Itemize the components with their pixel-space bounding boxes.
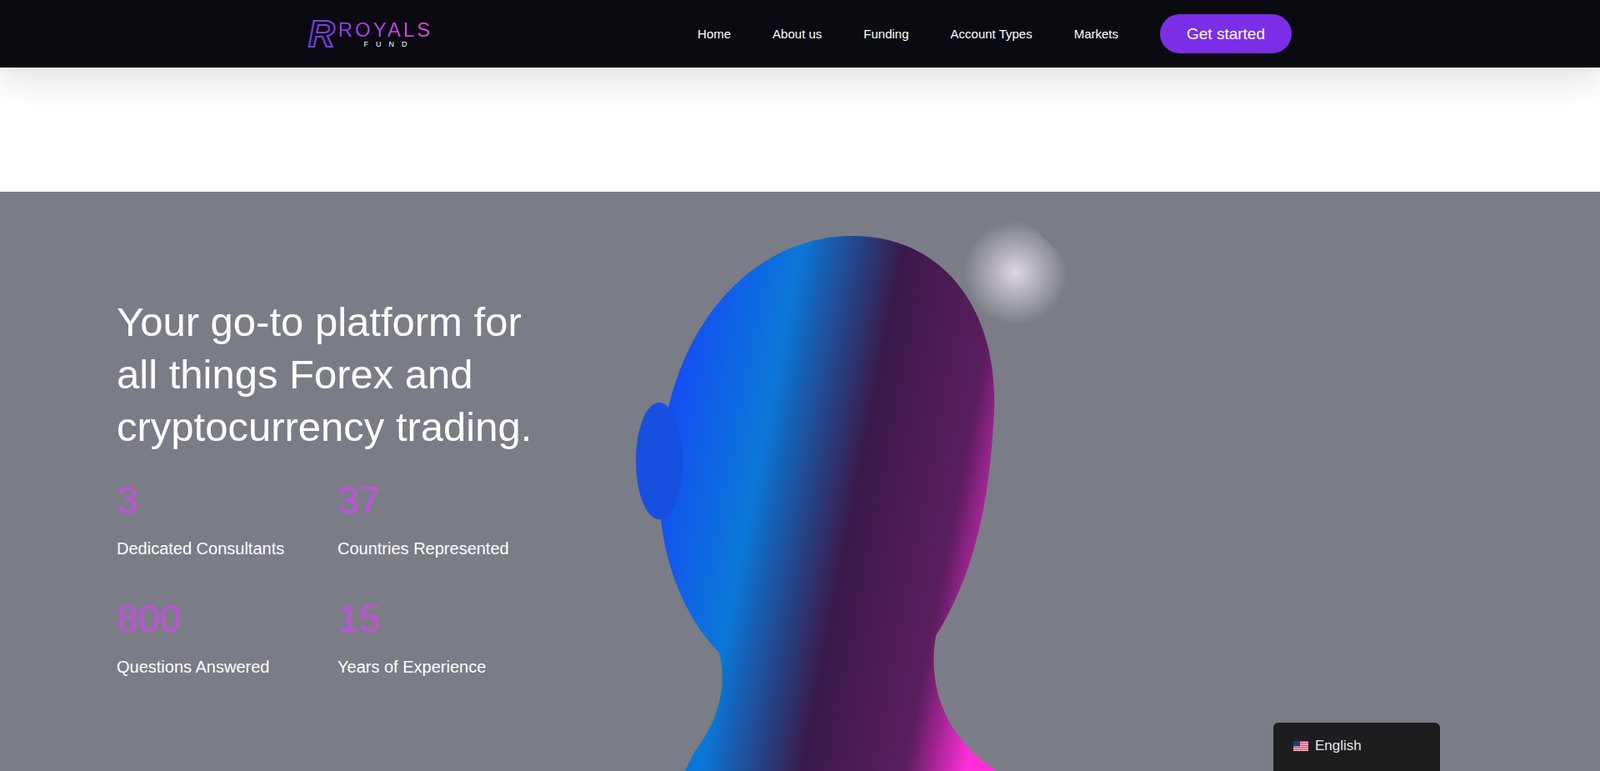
stat-value: 800: [116, 595, 338, 642]
nav-link[interactable]: Funding: [863, 26, 909, 41]
stat-value: 15: [337, 595, 559, 642]
head-sculpture-image: [560, 219, 1072, 771]
nav-link[interactable]: About us: [772, 26, 822, 41]
white-band: [0, 67, 1600, 192]
nav-link[interactable]: Account Types: [950, 26, 1033, 41]
nav-link[interactable]: Markets: [1074, 26, 1119, 41]
stat-label: Years of Experience: [337, 656, 559, 677]
stat: 37 Countries Represented: [337, 476, 559, 559]
logo-name: ROYALS: [338, 19, 434, 40]
stats-grid: 3 Dedicated Consultants 37 Countries Repres…: [116, 476, 561, 677]
us-flag-icon: [1293, 740, 1309, 751]
stat-label: Dedicated Consultants: [116, 538, 338, 559]
stat: 3 Dedicated Consultants: [116, 476, 338, 559]
stat-label: Questions Answered: [116, 656, 338, 677]
site-header: RROYALSFUND Home About us Funding Account Ty…: [0, 0, 1600, 68]
main-nav: Home About us Funding Account Types Markets G…: [697, 14, 1292, 54]
hero-section: Your go-to platform for all things Forex…: [0, 191, 1600, 771]
logo-mark: R: [308, 15, 335, 53]
language-label: English: [1315, 737, 1362, 755]
page: RROYALSFUND Home About us Funding Account Ty…: [0, 0, 1600, 771]
logo-sub: FUND: [356, 40, 415, 50]
hero-heading: Your go-to platform for all things Forex…: [116, 295, 561, 454]
stat-value: 37: [337, 476, 559, 524]
language-switcher[interactable]: English: [1273, 722, 1440, 771]
stat: 15 Years of Experience: [337, 595, 559, 677]
logo[interactable]: RROYALSFUND: [308, 15, 433, 53]
stat-value: 3: [116, 476, 338, 524]
stat-label: Countries Represented: [337, 538, 559, 559]
get-started-button[interactable]: Get started: [1160, 14, 1292, 54]
nav-link[interactable]: Home: [697, 26, 731, 41]
stat: 800 Questions Answered: [116, 595, 338, 677]
